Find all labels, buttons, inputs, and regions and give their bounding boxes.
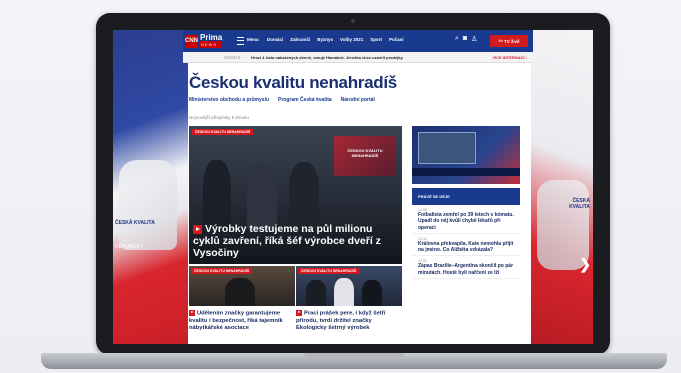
menu-button[interactable]: Menu: [247, 37, 259, 42]
news-ticker: SPORTS Hrozí 4 čísla nakažených denně, v…: [183, 52, 533, 63]
nav-link[interactable]: Počasí: [389, 37, 404, 42]
nav-link[interactable]: Zahraničí: [290, 37, 310, 42]
hero-tag: ČESKOU KVALITU NENAHRADÍŠ: [192, 129, 254, 135]
hamburger-icon[interactable]: [237, 37, 244, 45]
subnav-link[interactable]: Ministerstvo obchodu a průmyslu: [189, 97, 269, 103]
banner-strip: [412, 168, 520, 176]
section-note: Nejnovější příspěvky k tématu: [189, 115, 250, 120]
ticker-headline[interactable]: Hrozí 4 čísla nakažených denně, varuje H…: [251, 55, 403, 60]
right-side-label: ČESKÁ KVALITA: [569, 198, 590, 210]
next-arrow-icon[interactable]: ❯: [579, 256, 591, 273]
live-feed-item[interactable]: 12:58 Fotbalista zemřel po 39 letech v k…: [412, 205, 520, 234]
live-item-text: Zápas Brazílie–Argentina skončil po pár …: [418, 263, 514, 276]
article-card-image[interactable]: ČESKOU KVALITU NENAHRADÍŠ: [296, 266, 402, 306]
card-tag: ČESKOU KVALITU NENAHRADÍŠ: [298, 268, 360, 274]
web-page: CNN Prima NEWS Menu Domácí Zahraničí Byz…: [183, 30, 533, 344]
prima-logo: Prima NEWS: [200, 33, 223, 48]
banner-image: [418, 132, 476, 164]
hero-headline[interactable]: Výrobky testujeme na půl milionu cyklů z…: [193, 223, 399, 259]
article-card-image[interactable]: ČESKOU KVALITU NENAHRADÍŠ: [189, 266, 295, 306]
right-sidebar: PRÁVĚ SE DĚJE 12:58 Fotbalista zemřel po…: [412, 126, 520, 280]
tv-live-button[interactable]: ▭ TV živě: [490, 35, 528, 47]
card-person: [334, 278, 354, 306]
laptop-lid: ČESKÁ KVALITA REPUBLIKY ČESKÁ KVALITA ❯ …: [96, 13, 610, 355]
video-play-icon: [189, 310, 195, 316]
live-feed-item[interactable]: 12:30 Zápas Brazílie–Argentina skončil p…: [412, 256, 520, 280]
hero-article[interactable]: ČESKOU KVALITU NENAHRADÍŠ ČESKOU KVALITU…: [189, 126, 402, 264]
webcam: [351, 19, 355, 23]
subnav-link[interactable]: Program Česká kvalita: [278, 97, 332, 103]
nav-link[interactable]: Sport: [370, 37, 382, 42]
video-play-icon: [296, 310, 302, 316]
nav-link[interactable]: Volby 2021: [340, 37, 363, 42]
card-tag: ČESKOU KVALITU NENAHRADÍŠ: [191, 268, 253, 274]
card-person: [225, 278, 255, 306]
live-feed-item[interactable]: 12:44 Královna překvapila, Kate nemohla …: [412, 234, 520, 257]
site-logo[interactable]: CNN Prima NEWS: [185, 33, 223, 49]
right-flag-background: ČESKÁ KVALITA ❯: [531, 30, 593, 344]
user-icon[interactable]: ♙: [471, 35, 477, 43]
laptop-base: [41, 353, 667, 369]
live-item-text: Královna překvapila, Kate nemohla přijít…: [418, 240, 514, 254]
video-play-icon: [193, 224, 202, 234]
studio-guest: [247, 164, 277, 230]
nav-link[interactable]: Byznys: [317, 37, 333, 42]
laptop-screen: ČESKÁ KVALITA REPUBLIKY ČESKÁ KVALITA ❯ …: [113, 30, 593, 344]
top-navigation: CNN Prima NEWS Menu Domácí Zahraničí Byz…: [183, 30, 533, 52]
studio-guest: [289, 162, 319, 230]
subnav-link[interactable]: Národní portál: [341, 97, 375, 103]
left-side-sublabel: REPUBLIKY: [115, 244, 144, 250]
sidebar-video-banner[interactable]: [412, 126, 520, 184]
topic-subnav: Ministerstvo obchodu a průmyslu Program …: [189, 97, 375, 103]
ticker-label: SPORTS: [224, 55, 241, 60]
article-card-title[interactable]: Prací prášek pere, i když šetří přírodu,…: [296, 310, 400, 332]
card-person: [306, 280, 326, 306]
search-icon[interactable]: ⌕: [455, 35, 459, 43]
main-nav-links: Domácí Zahraničí Byznys Volby 2021 Sport…: [267, 37, 404, 42]
left-flag-background: ČESKÁ KVALITA REPUBLIKY: [113, 30, 188, 344]
nav-icons: ⌕ ◙ ♙: [455, 35, 477, 43]
live-item-text: Fotbalista zemřel po 39 letech v kómatu.…: [418, 212, 514, 231]
studio-guest: [203, 160, 231, 230]
card-person: [362, 280, 382, 306]
cnn-logo: CNN: [185, 34, 198, 48]
laptop-notch: [304, 353, 404, 358]
ticker-more-link[interactable]: VÍCE INTERNACÍ ›: [492, 55, 527, 60]
camera-icon[interactable]: ◙: [463, 35, 467, 43]
page-title: Českou kvalitu nenahradíš: [189, 73, 397, 92]
studio-screen-text: ČESKOU KVALITU NENAHRADÍŠ: [347, 148, 383, 158]
article-card-title[interactable]: Udělením značky garantujeme kvalitu i be…: [189, 310, 293, 332]
left-side-label: ČESKÁ KVALITA REPUBLIKY: [115, 220, 155, 250]
live-feed-header: PRÁVĚ SE DĚJE: [412, 188, 520, 205]
nav-link[interactable]: Domácí: [267, 37, 283, 42]
